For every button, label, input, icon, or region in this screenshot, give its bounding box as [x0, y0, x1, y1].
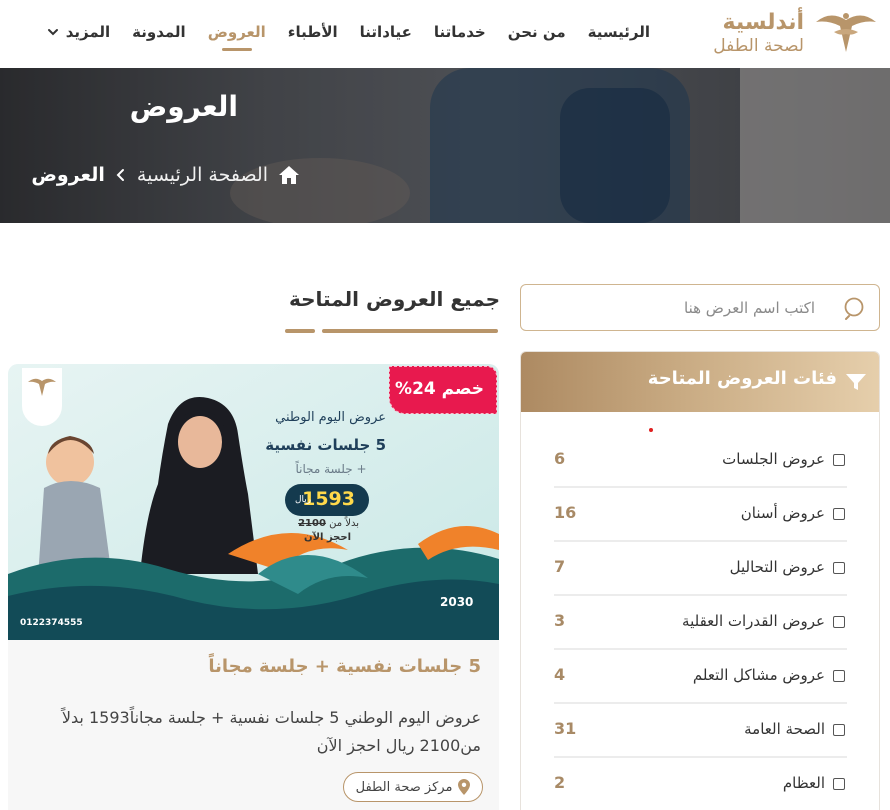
- filter-icon: [846, 374, 866, 390]
- nav-item-blog[interactable]: المدونة: [132, 17, 186, 47]
- nav-item-offers[interactable]: العروض: [208, 17, 266, 51]
- chevron-left-icon: [116, 169, 124, 181]
- offer-categories-panel: فئات العروض المتاحة عروض الجلسات 6 عروض …: [520, 351, 880, 810]
- brand-name-line1: أندلسية: [722, 10, 804, 35]
- category-checkbox[interactable]: [833, 670, 845, 682]
- category-checkbox[interactable]: [833, 616, 845, 628]
- category-label: عروض أسنان: [740, 504, 825, 522]
- nav-item-services[interactable]: خدماتنا: [434, 17, 486, 47]
- category-count: 3: [554, 611, 566, 630]
- map-pin-icon: [458, 779, 471, 795]
- offer-title[interactable]: 5 جلسات نفسية + جلسة مجاناً: [208, 656, 481, 677]
- category-count: 4: [554, 665, 566, 684]
- nav-item-doctors[interactable]: الأطباء: [288, 17, 338, 47]
- discount-badge-text: خصم 24%: [395, 379, 484, 399]
- page-title: العروض: [129, 90, 238, 123]
- promo-old-prefix: بدلاً من: [329, 518, 359, 529]
- offer-description: عروض اليوم الوطني 5 جلسات نفسية + جلسة م…: [61, 708, 481, 755]
- nav-more-label: المزيد: [65, 23, 111, 41]
- nav-item-about[interactable]: من نحن: [508, 17, 566, 47]
- nav-item-more[interactable]: المزيد: [46, 17, 110, 47]
- promo-sessions: 5 جلسات نفسية: [265, 436, 386, 454]
- offers-section-title: جميع العروض المتاحة: [289, 287, 500, 311]
- category-item[interactable]: الصحة العامة 31: [554, 704, 847, 758]
- promo-old-price-value: 2100: [298, 518, 326, 529]
- home-icon[interactable]: [278, 165, 300, 185]
- offer-image[interactable]: خصم 24% عروض اليوم الوطني 5 جلسات نفسية …: [8, 364, 499, 640]
- category-checkbox[interactable]: [833, 454, 845, 466]
- brand-logo-mark: [816, 13, 876, 53]
- breadcrumb-current: العروض: [31, 164, 105, 186]
- offer-location-label: مركز صحة الطفل: [355, 779, 453, 795]
- promo-old-price: بدلاً من 2100: [298, 518, 359, 529]
- promo-phone: 0122374555: [20, 618, 83, 628]
- offer-search: [520, 284, 880, 331]
- brand-logo[interactable]: أندلسية لصحة الطفل: [700, 6, 880, 62]
- promo-headline: عروض اليوم الوطني: [275, 410, 386, 425]
- breadcrumb: الصفحة الرئيسية العروض: [31, 164, 300, 186]
- category-item[interactable]: العظام 2: [554, 758, 847, 810]
- promo-logo-mark: [28, 378, 56, 396]
- promo-book-now: احجز الآن: [304, 532, 351, 543]
- category-label: عروض التحاليل: [729, 558, 825, 576]
- breadcrumb-home-link[interactable]: الصفحة الرئيسية: [137, 164, 268, 186]
- red-dot-marker: [649, 428, 653, 432]
- page-hero: العروض الصفحة الرئيسية العروض: [0, 68, 890, 223]
- category-checkbox[interactable]: [833, 778, 845, 790]
- promo-currency: ريال: [295, 495, 312, 505]
- category-checkbox[interactable]: [833, 562, 845, 574]
- main-nav: الرئيسية من نحن خدماتنا عياداتنا الأطباء…: [46, 0, 650, 64]
- category-checkbox[interactable]: [833, 508, 845, 520]
- nav-item-home[interactable]: الرئيسية: [588, 17, 650, 47]
- brand-name: أندلسية لصحة الطفل: [694, 10, 804, 56]
- promo-price-box: 1593 ريال: [285, 484, 369, 516]
- site-header: أندلسية لصحة الطفل الرئيسية من نحن خدمات…: [0, 0, 890, 68]
- discount-badge: خصم 24%: [389, 366, 497, 414]
- title-underline-accent: [285, 329, 315, 333]
- vision-2030-logo: 2030: [440, 595, 474, 609]
- category-checkbox[interactable]: [833, 724, 845, 736]
- title-underline: [322, 329, 498, 333]
- category-label: عروض الجلسات: [722, 450, 825, 468]
- categories-header: فئات العروض المتاحة: [521, 352, 879, 412]
- category-count: 31: [554, 719, 577, 738]
- promo-brand-logo: [22, 368, 62, 426]
- category-label: الصحة العامة: [744, 720, 825, 738]
- search-input[interactable]: [545, 293, 815, 323]
- category-label: العظام: [782, 774, 825, 792]
- promo-bonus: + جلسة مجاناً: [295, 462, 367, 476]
- category-label: عروض القدرات العقلية: [682, 612, 825, 630]
- categories-title: فئات العروض المتاحة: [647, 368, 837, 389]
- category-item[interactable]: عروض القدرات العقلية 3: [554, 596, 847, 650]
- category-item[interactable]: عروض مشاكل التعلم 4: [554, 650, 847, 704]
- category-count: 6: [554, 449, 566, 468]
- category-count: 16: [554, 503, 577, 522]
- category-item[interactable]: عروض الجلسات 6: [554, 434, 847, 488]
- chevron-down-icon: [47, 29, 58, 36]
- category-count: 7: [554, 557, 566, 576]
- category-count: 2: [554, 773, 566, 792]
- offer-location-tag[interactable]: مركز صحة الطفل: [343, 772, 483, 802]
- category-item[interactable]: عروض التحاليل 7: [554, 542, 847, 596]
- offer-card[interactable]: خصم 24% عروض اليوم الوطني 5 جلسات نفسية …: [8, 364, 499, 810]
- category-item[interactable]: عروض أسنان 16: [554, 488, 847, 542]
- brand-name-line2: لصحة الطفل: [713, 36, 804, 56]
- search-icon[interactable]: [841, 295, 869, 323]
- nav-item-clinics[interactable]: عياداتنا: [360, 17, 412, 47]
- category-label: عروض مشاكل التعلم: [692, 666, 825, 684]
